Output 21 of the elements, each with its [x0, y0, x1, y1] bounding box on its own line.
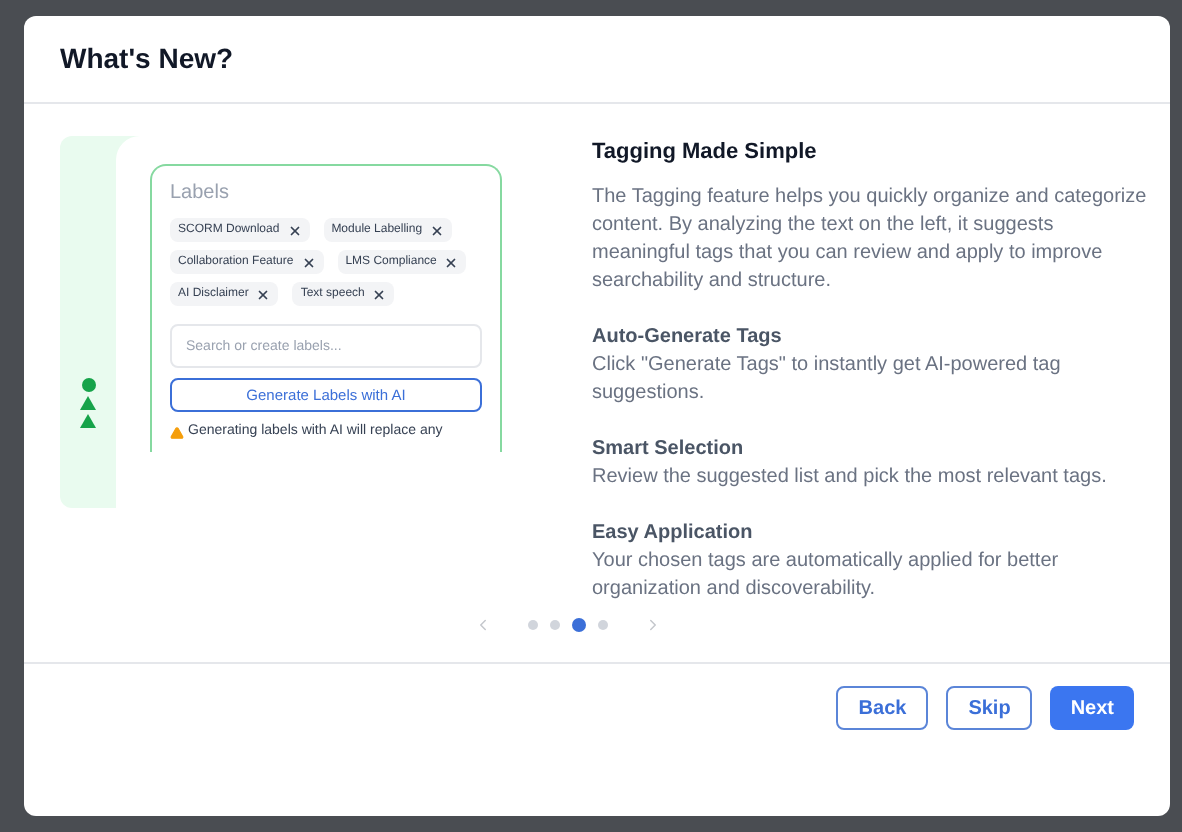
- remove-icon[interactable]: [372, 287, 387, 301]
- section-text: Your chosen tags are automatically applied for better organization and discoverability.: [592, 548, 1061, 604]
- remove-icon[interactable]: [287, 223, 302, 237]
- section-heading: Auto-Generate Tags: [592, 324, 784, 352]
- dialog-title: What's New?: [60, 40, 234, 78]
- section-text: Click "Generate Tags" to instantly get AI-powered tag suggestions.: [592, 352, 1063, 408]
- remove-icon[interactable]: [444, 255, 459, 269]
- section-text: Review the suggested list and pick the most relevant tags.: [592, 464, 1109, 492]
- warning-icon: [170, 425, 184, 440]
- article-intro: The Tagging feature helps you quickly organize and categorize content. By analyzing the text on the left, it suggests meaningful tags that you can review and apply to improve searchability and structure.: [592, 184, 1149, 296]
- dialog-button[interactable]: Skip: [946, 686, 1033, 730]
- shapes-icon: [80, 378, 96, 428]
- dialog-button[interactable]: Back: [836, 686, 929, 730]
- remove-icon[interactable]: [301, 255, 316, 269]
- remove-icon[interactable]: [430, 223, 445, 237]
- article-title: Tagging Made Simple: [592, 138, 819, 166]
- section-heading: Easy Application: [592, 520, 755, 548]
- remove-icon[interactable]: [256, 287, 271, 301]
- labels-heading: Labels: [170, 180, 231, 208]
- dialog-button[interactable]: Next: [1050, 686, 1134, 730]
- section-heading: Smart Selection: [592, 436, 746, 464]
